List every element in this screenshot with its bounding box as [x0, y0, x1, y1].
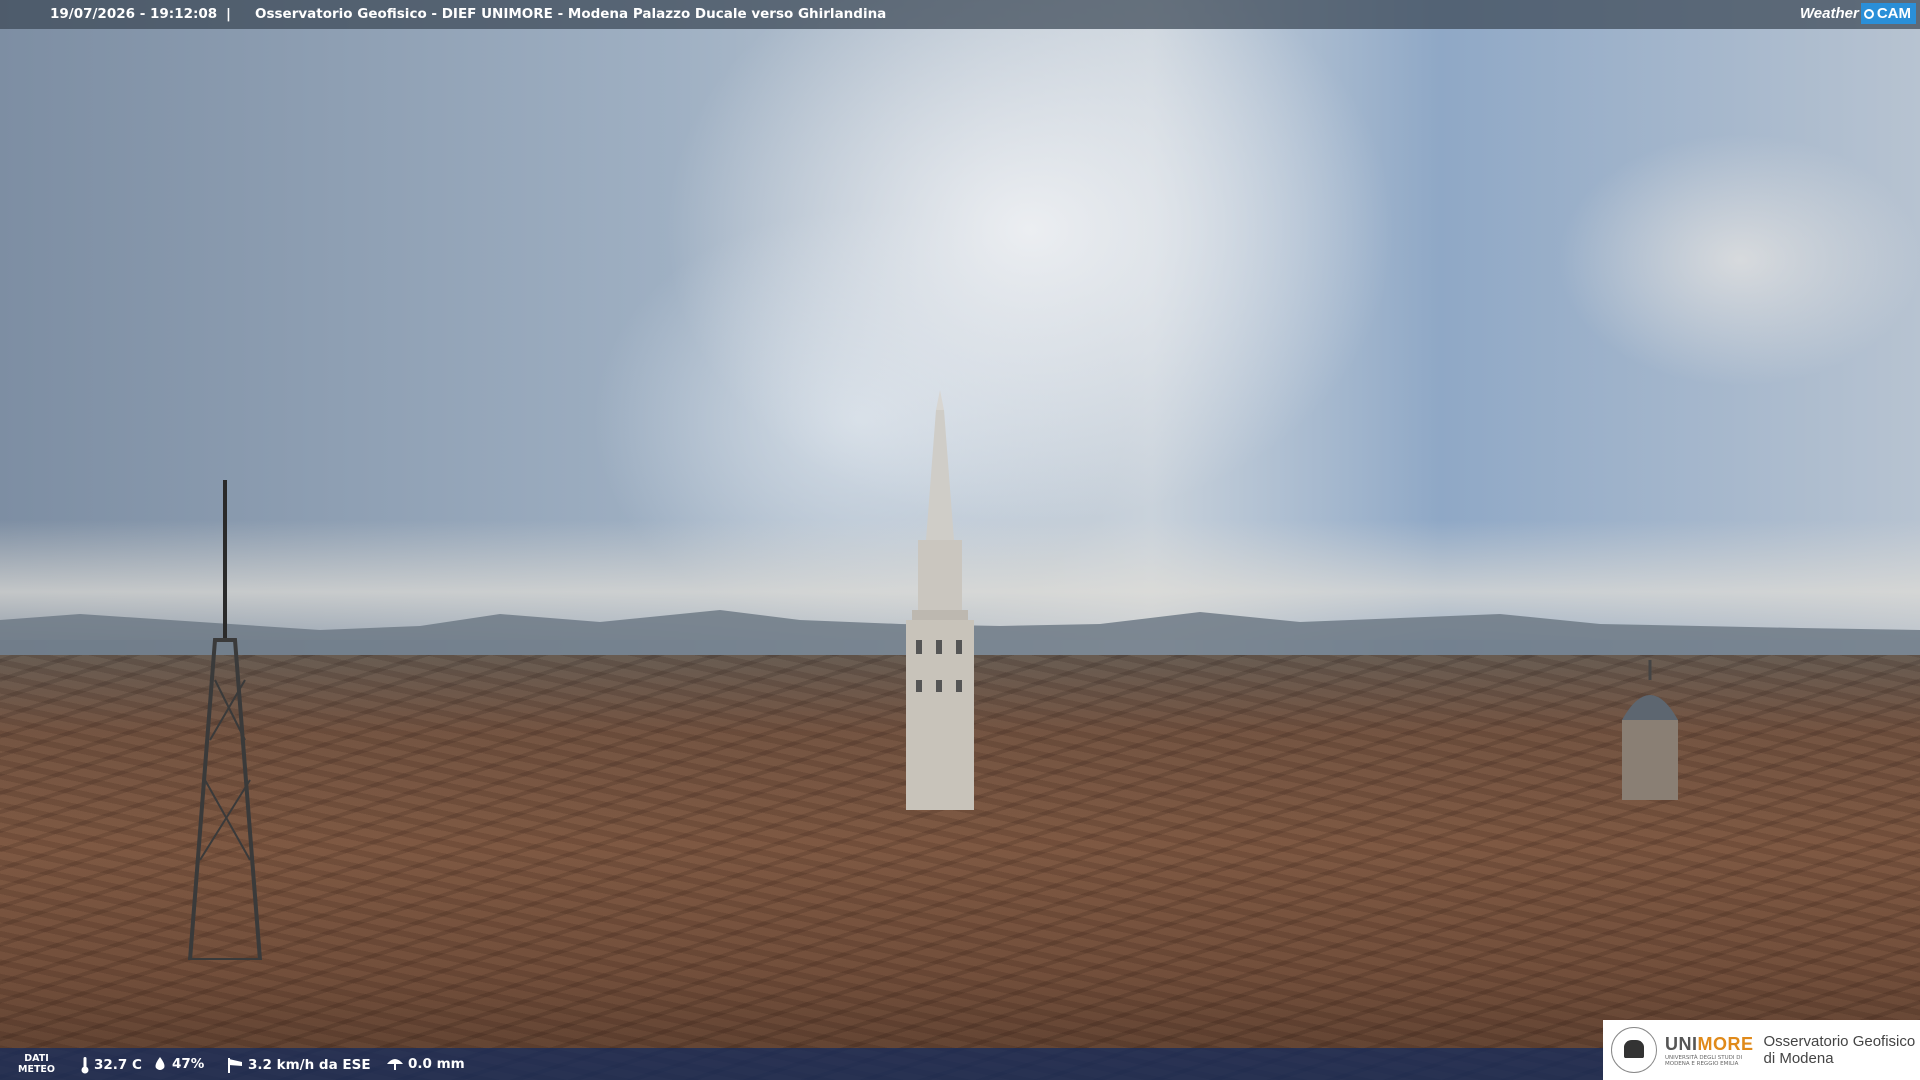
top-info-bar: 19/07/2026 - 19:12:08 | Osservatorio Geo… — [0, 0, 1920, 29]
unimore-wordmark: UNIMORE UNIVERSITÀ DEGLI STUDI DI MODENA… — [1665, 1034, 1754, 1067]
ghirlandina-tower — [906, 390, 974, 810]
wind-value: 3.2 km/h da ESE — [248, 1057, 371, 1073]
camera-title: Osservatorio Geofisico - DIEF UNIMORE - … — [255, 6, 887, 22]
temperature-reading: 32.7 C — [80, 1056, 142, 1074]
humidity-value: 47% — [172, 1056, 205, 1072]
church-dome — [1622, 660, 1678, 800]
lens-icon — [1863, 8, 1874, 19]
thermometer-icon — [81, 1057, 89, 1074]
observatory-name-line1: Osservatorio Geofisico — [1763, 1033, 1916, 1050]
separator: | — [226, 6, 231, 22]
weather-data-label-line1: DATI — [24, 1053, 49, 1064]
rain-value: 0.0 mm — [408, 1056, 465, 1072]
drop-icon — [155, 1057, 165, 1070]
unimore-prefix: UNI — [1665, 1033, 1698, 1054]
observatory-name-line2: di Modena — [1763, 1050, 1834, 1067]
wind-reading: 3.2 km/h da ESE — [226, 1056, 371, 1074]
observatory-name: Osservatorio Geofisico di Modena — [1764, 1033, 1916, 1067]
radio-antenna — [187, 480, 263, 960]
weather-data-label-line2: METEO — [18, 1064, 55, 1075]
umbrella-icon — [387, 1059, 403, 1070]
windsock-icon — [228, 1058, 242, 1073]
brand-cam-badge: CAM — [1860, 2, 1916, 24]
humidity-reading: 47% — [152, 1056, 204, 1072]
unimore-observatory-logo: UNIMORE UNIVERSITÀ DEGLI STUDI DI MODENA… — [1603, 1020, 1920, 1080]
brand-cam-text: CAM — [1876, 4, 1911, 22]
unimore-suffix: MORE — [1697, 1033, 1754, 1054]
unimore-subtitle: UNIVERSITÀ DEGLI STUDI DI MODENA E REGGI… — [1665, 1054, 1743, 1067]
weathercam-logo: Weather CAM — [1800, 0, 1920, 26]
timestamp: 19/07/2026 - 19:12:08 — [50, 6, 218, 22]
weather-data-label: DATI METEO — [18, 1053, 55, 1075]
university-seal-icon — [1611, 1027, 1657, 1073]
brand-weather-text: Weather — [1799, 4, 1859, 22]
rain-reading: 0.0 mm — [386, 1056, 465, 1072]
temperature-value: 32.7 C — [94, 1057, 142, 1073]
